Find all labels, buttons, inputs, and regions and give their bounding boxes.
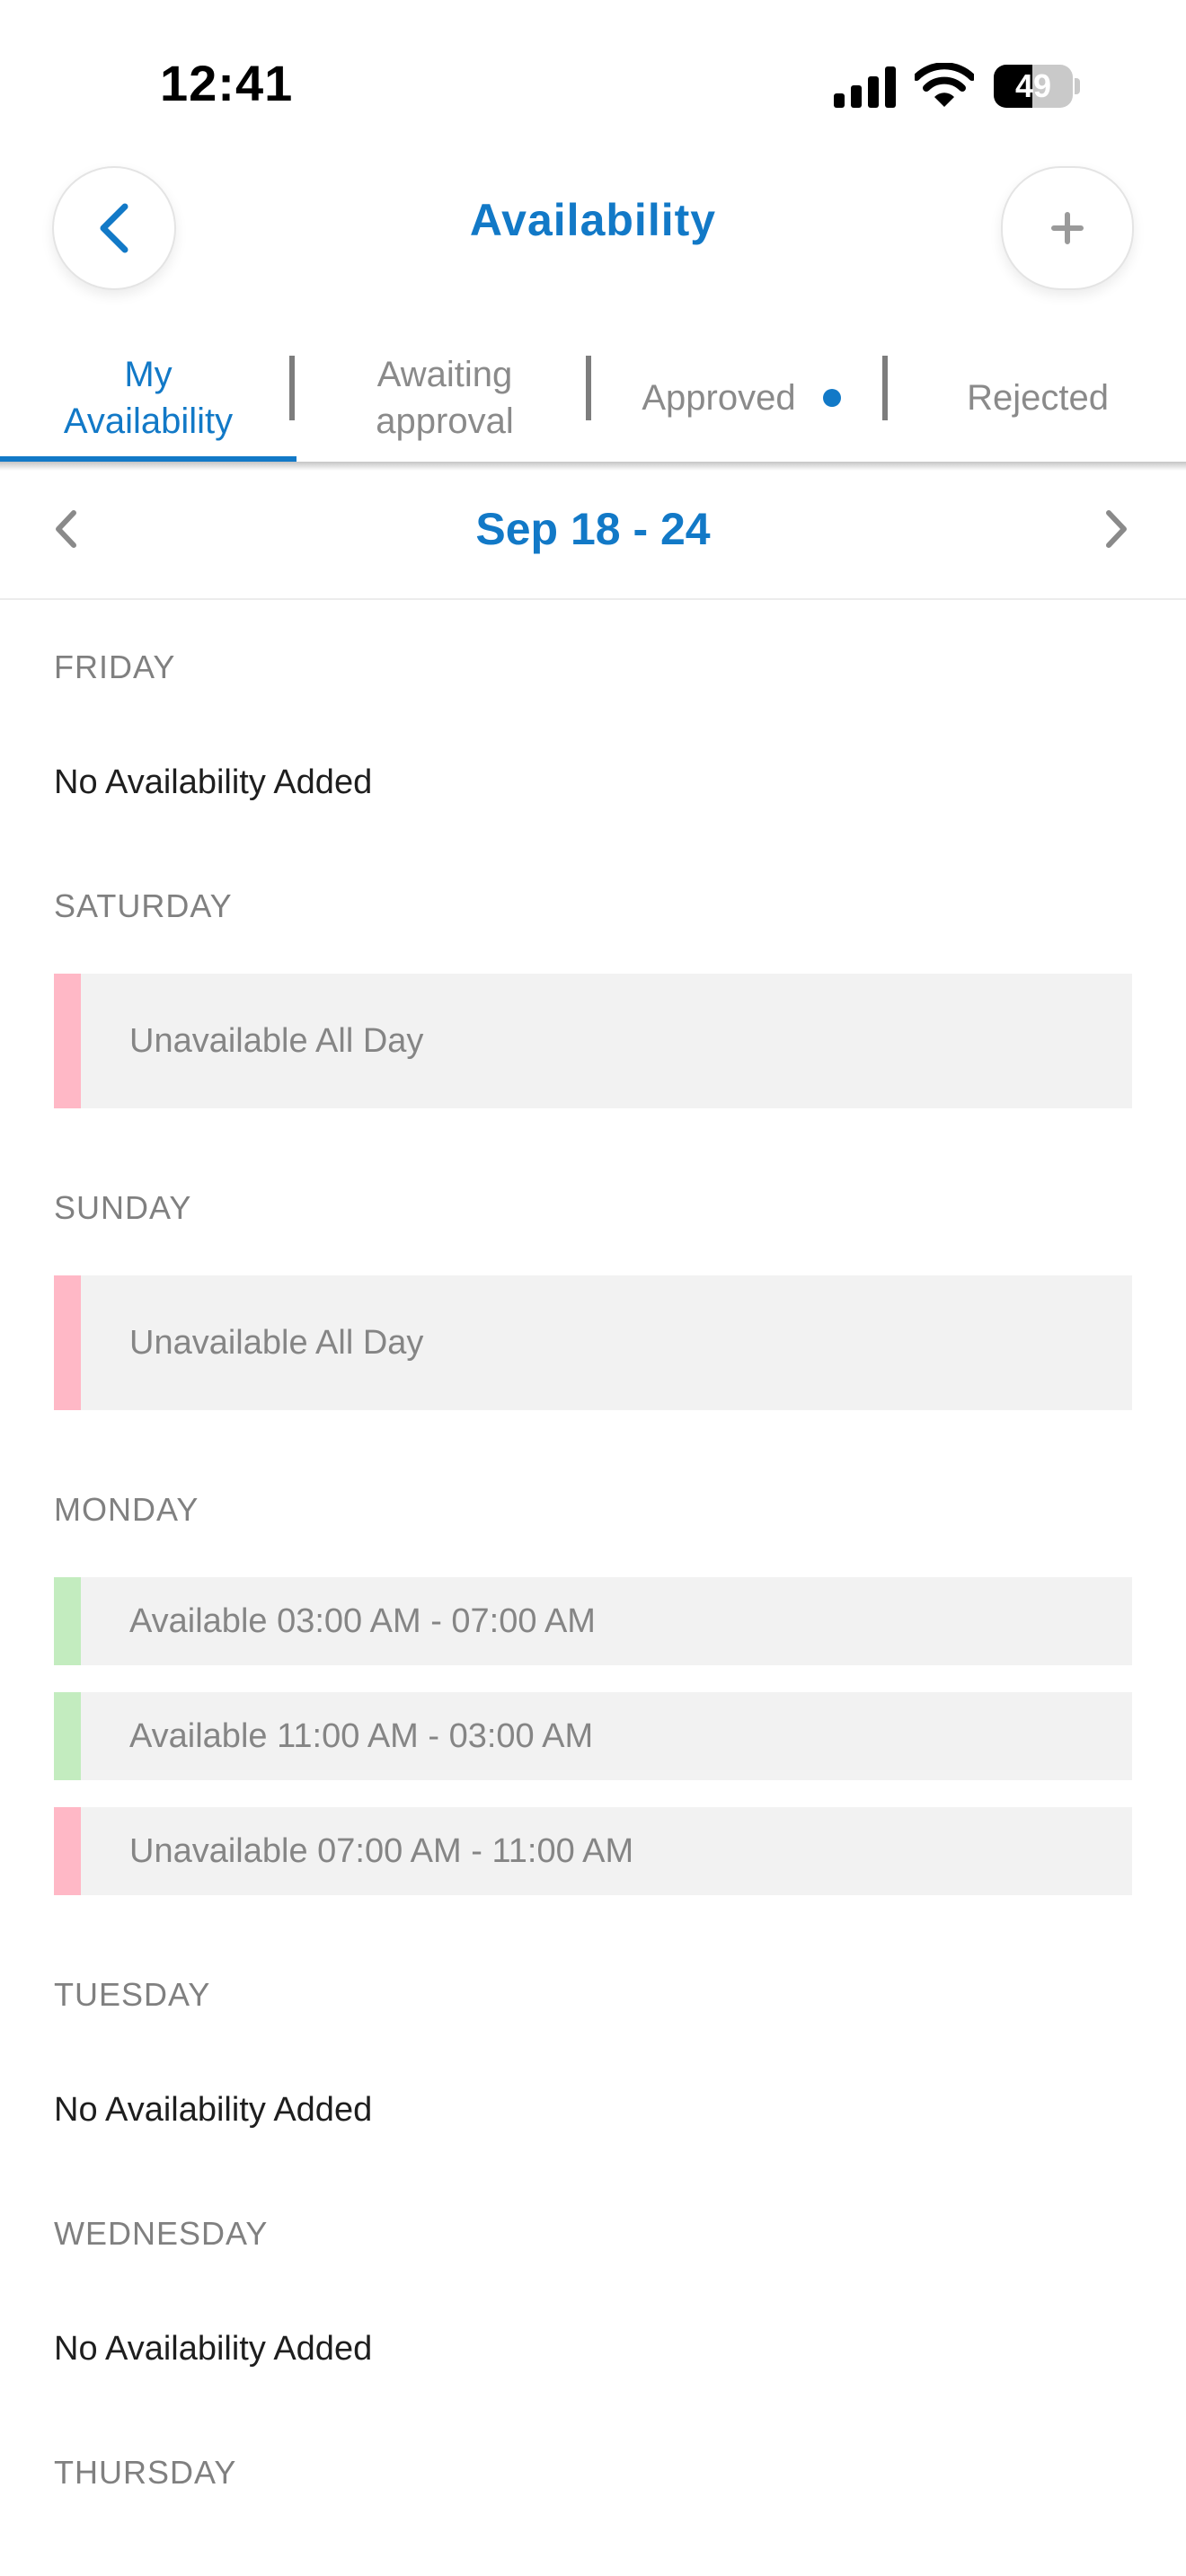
tab-my-availability[interactable]: My Availability — [0, 334, 296, 462]
day-header-saturday: SATURDAY — [54, 887, 233, 924]
availability-slot[interactable]: Unavailable All Day — [54, 1275, 1132, 1410]
tab-label-line2: Availability — [63, 401, 234, 441]
availability-slot[interactable]: Unavailable All Day — [54, 974, 1132, 1108]
status-time: 12:41 — [160, 55, 294, 111]
notification-dot — [822, 389, 841, 407]
battery-percent: 49 — [1014, 67, 1052, 104]
week-navigator: Sep 18 - 24 — [0, 471, 1186, 600]
tab-label-line1: Awaiting — [376, 355, 513, 394]
no-availability-text: No Availability Added — [54, 2330, 373, 2368]
availability-slot[interactable]: Unavailable 07:00 AM - 11:00 AM — [54, 1807, 1132, 1895]
slot-text: Unavailable All Day — [129, 1021, 424, 1060]
tab-rejected[interactable]: Rejected — [890, 334, 1186, 462]
add-availability-button[interactable] — [1001, 166, 1134, 290]
availability-slot[interactable]: Available 03:00 AM - 07:00 AM — [54, 1577, 1132, 1665]
status-bar: 12:41 49 — [0, 0, 1186, 162]
tab-bar: My Availability Awaiting approval Approved… — [0, 334, 1186, 462]
tab-label: Rejected — [967, 378, 1109, 418]
chevron-right-icon[interactable] — [1103, 508, 1130, 550]
status-bar-indicator — [54, 974, 81, 1108]
tab-bar-shadow — [0, 462, 1186, 471]
tab-divider — [586, 356, 591, 420]
tab-awaiting-approval[interactable]: Awaiting approval — [296, 334, 593, 462]
tab-divider — [882, 356, 888, 420]
tab-approved[interactable]: Approved — [593, 334, 890, 462]
wifi-icon — [915, 63, 974, 107]
tab-label: Approved — [642, 378, 796, 418]
slot-text: Available 03:00 AM - 07:00 AM — [129, 1601, 596, 1640]
day-header-friday: FRIDAY — [54, 648, 176, 685]
availability-slot[interactable]: Available 11:00 AM - 03:00 AM — [54, 1692, 1132, 1780]
day-header-wednesday: WEDNESDAY — [54, 2215, 269, 2252]
status-bar-indicator — [54, 1275, 81, 1410]
tab-label-line2: approval — [376, 401, 514, 441]
plus-icon — [1051, 212, 1084, 244]
cellular-signal-icon — [834, 66, 896, 108]
slot-text: Available 11:00 AM - 03:00 AM — [129, 1716, 594, 1755]
day-header-tuesday: TUESDAY — [54, 1976, 211, 2013]
status-bar-indicator — [54, 1577, 81, 1665]
tab-divider — [289, 356, 295, 420]
slot-text: Unavailable 07:00 AM - 11:00 AM — [129, 1831, 634, 1870]
status-bar-indicator — [54, 1692, 81, 1780]
battery-icon: 49 — [994, 65, 1080, 108]
status-bar-indicator — [54, 1807, 81, 1895]
day-header-thursday: THURSDAY — [54, 2454, 237, 2491]
week-range: Sep 18 - 24 — [475, 504, 711, 554]
slot-text: Unavailable All Day — [129, 1323, 424, 1362]
no-availability-text: No Availability Added — [54, 2091, 373, 2129]
no-availability-text: No Availability Added — [54, 763, 373, 801]
day-header-sunday: SUNDAY — [54, 1189, 192, 1226]
tab-label-line1: My — [124, 355, 173, 394]
day-header-monday: MONDAY — [54, 1491, 199, 1528]
